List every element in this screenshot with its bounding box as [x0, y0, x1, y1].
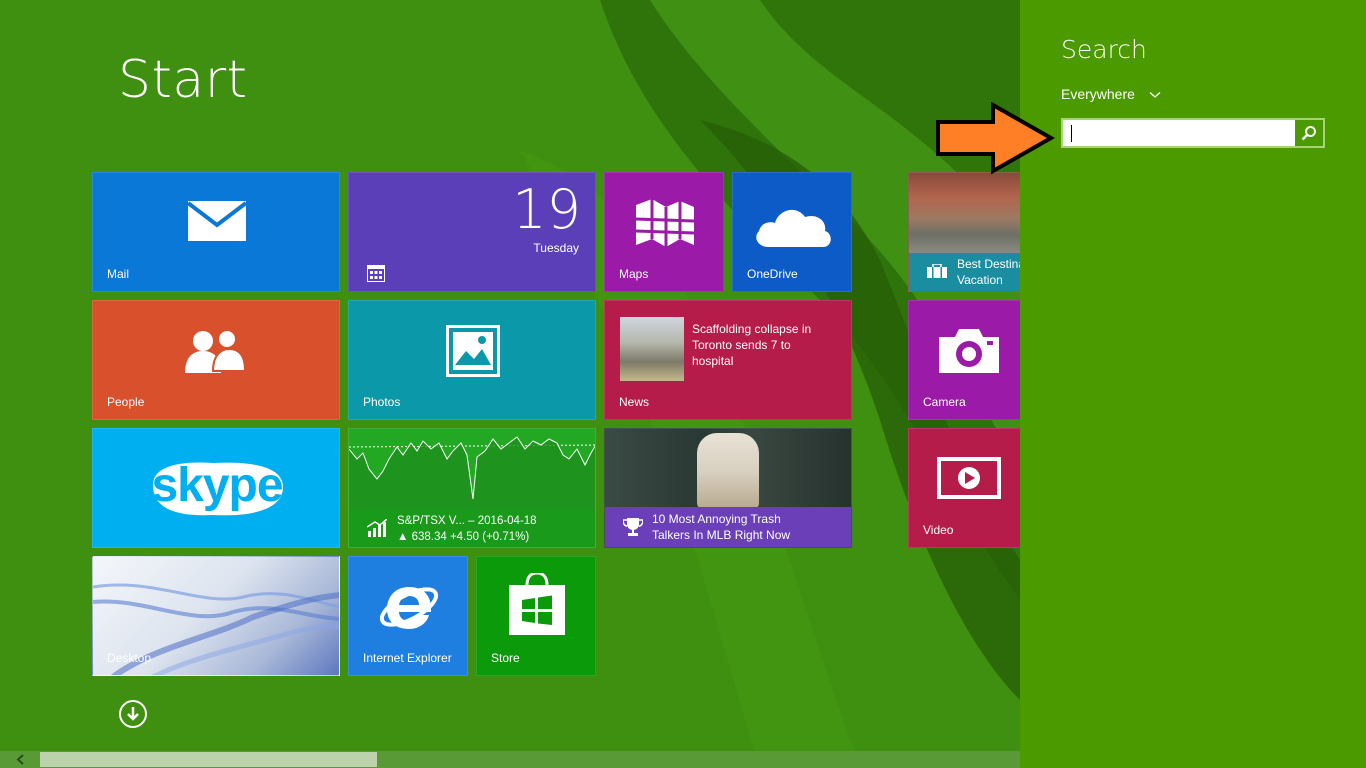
- tile-label: Photos: [363, 395, 401, 409]
- sports-caption-band: 10 Most Annoying Trash Talkers In MLB Ri…: [605, 507, 851, 547]
- travel-photo: [909, 173, 1020, 255]
- tile-mail[interactable]: Mail: [92, 172, 340, 292]
- travel-title-line1: Best Destina: [957, 257, 1020, 271]
- tile-travel[interactable]: Best Destina Vacation: [908, 172, 1020, 292]
- maps-icon: [635, 199, 695, 247]
- tile-label: People: [107, 395, 145, 409]
- tile-people[interactable]: People: [92, 300, 340, 420]
- video-icon: [937, 457, 1001, 499]
- tile-label: Video: [923, 523, 954, 537]
- search-input[interactable]: [1065, 120, 1297, 148]
- trophy-icon: [623, 518, 643, 536]
- tile-onedrive[interactable]: OneDrive: [732, 172, 852, 292]
- search-scope-label: Everywhere: [1061, 86, 1135, 102]
- search-pane-title: Search: [1061, 35, 1147, 64]
- search-scope-dropdown[interactable]: Everywhere: [1061, 86, 1161, 102]
- tile-internet-explorer[interactable]: Internet Explorer: [348, 556, 468, 676]
- tile-desktop[interactable]: Desktop: [92, 556, 340, 676]
- search-button[interactable]: [1295, 120, 1323, 146]
- finance-value-line: ▲ 638.34 +4.50 (+0.71%): [397, 531, 530, 543]
- travel-icon: [927, 264, 947, 278]
- sports-headline-line2: Talkers In MLB Right Now: [652, 528, 791, 542]
- skype-logo-text: skype: [151, 459, 283, 512]
- calendar-day: 19: [512, 178, 581, 241]
- sports-photo-player: [697, 433, 759, 509]
- tile-label: Internet Explorer: [363, 651, 452, 665]
- search-charm-pane: Search Everywhere: [1020, 0, 1366, 768]
- tile-photos[interactable]: Photos: [348, 300, 596, 420]
- finance-icon: [367, 519, 387, 537]
- search-box[interactable]: [1061, 118, 1325, 148]
- tile-maps[interactable]: Maps: [604, 172, 724, 292]
- calendar-weekday: Tuesday: [533, 241, 579, 255]
- tile-label: Mail: [107, 267, 130, 281]
- tile-camera[interactable]: Camera: [908, 300, 1020, 420]
- start-title: Start: [118, 50, 248, 110]
- news-photo: [620, 317, 684, 381]
- tile-calendar[interactable]: 19 Tuesday: [348, 172, 596, 292]
- tile-label: Camera: [923, 395, 966, 409]
- start-screen: Start Mail 19 Tuesday Maps OneDrive Best…: [0, 0, 1020, 768]
- tile-sports[interactable]: 10 Most Annoying Trash Talkers In MLB Ri…: [604, 428, 852, 548]
- mail-icon: [188, 201, 246, 241]
- tile-skype[interactable]: skype: [92, 428, 340, 548]
- people-icon: [185, 329, 247, 373]
- search-icon: [1301, 126, 1316, 141]
- all-apps-button[interactable]: [119, 700, 147, 728]
- chevron-down-icon: [1149, 92, 1161, 98]
- travel-caption-band: Best Destina Vacation: [909, 253, 1020, 291]
- tile-label: News: [619, 395, 650, 409]
- tile-store[interactable]: Store: [476, 556, 596, 676]
- scroll-left-icon[interactable]: [8, 752, 32, 767]
- tile-video[interactable]: Video: [908, 428, 1020, 548]
- onedrive-icon: [756, 209, 831, 247]
- tile-finance[interactable]: S&P/TSX V... – 2016-04-18 ▲ 638.34 +4.50…: [348, 428, 596, 548]
- finance-chart-icon: [349, 436, 595, 511]
- tile-news[interactable]: Scaffolding collapse in Toronto sends 7 …: [604, 300, 852, 420]
- tile-label: Desktop: [107, 651, 152, 665]
- ie-icon: [379, 587, 439, 629]
- travel-title-line2: Vacation: [957, 273, 1003, 287]
- news-headline: Scaffolding collapse in Toronto sends 7 …: [692, 322, 812, 368]
- calendar-icon: [367, 265, 385, 282]
- finance-caption-band: S&P/TSX V... – 2016-04-18 ▲ 638.34 +4.50…: [349, 509, 595, 547]
- tile-label: Maps: [619, 267, 649, 281]
- store-icon: [509, 573, 565, 635]
- text-caret: [1071, 125, 1072, 142]
- scroll-thumb[interactable]: [40, 752, 377, 767]
- down-arrow-icon: [127, 707, 139, 721]
- tile-label: Store: [491, 651, 520, 665]
- camera-icon: [939, 329, 999, 373]
- sports-headline-line1: 10 Most Annoying Trash: [652, 512, 781, 526]
- annotation-arrow: [936, 102, 1055, 174]
- horizontal-scrollbar[interactable]: [0, 751, 1020, 768]
- photos-icon: [446, 325, 500, 377]
- tile-label: OneDrive: [747, 267, 798, 281]
- finance-index-line: S&P/TSX V... – 2016-04-18: [397, 515, 537, 527]
